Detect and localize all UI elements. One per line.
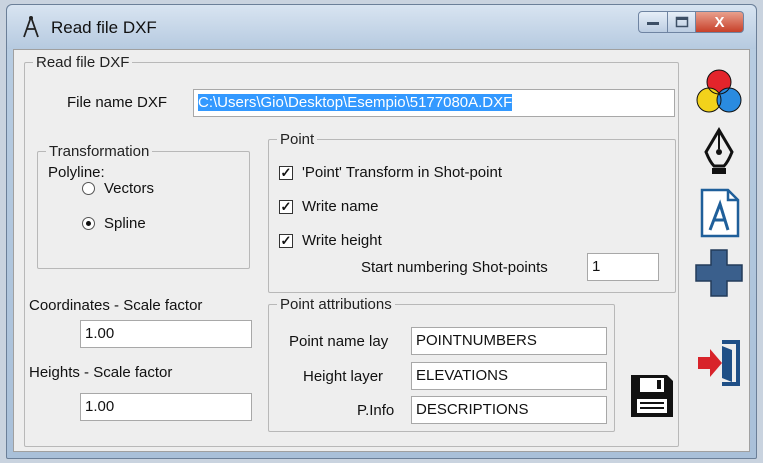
coordinates-scale-input[interactable]: 1.00 — [80, 320, 252, 348]
save-floppy-icon[interactable] — [627, 371, 677, 421]
heights-scale-label: Heights - Scale factor — [29, 364, 173, 381]
vectors-radio-label[interactable]: Vectors — [104, 180, 154, 198]
write-height-label[interactable]: Write height — [302, 232, 382, 250]
transform-shot-point-label[interactable]: 'Point' Transform in Shot-point — [302, 164, 502, 182]
color-circles-icon[interactable] — [692, 64, 746, 118]
spline-radio-label[interactable]: Spline — [104, 215, 146, 233]
heights-scale-value: 1.00 — [85, 398, 115, 415]
transform-shot-point-checkbox[interactable]: ✓ — [279, 166, 293, 180]
text-document-icon[interactable] — [692, 186, 746, 240]
dialog-window: Read file DXF X Read file DXF File name … — [6, 4, 757, 459]
read-file-group-title: Read file DXF — [33, 54, 133, 71]
point-info-label: P.Info — [357, 402, 395, 419]
file-name-input[interactable]: C:\Users\Gio\Desktop\Esempio\5177080A.DX… — [193, 89, 675, 117]
heights-scale-input[interactable]: 1.00 — [80, 393, 252, 421]
write-name-checkbox[interactable]: ✓ — [279, 200, 293, 214]
exit-door-icon[interactable] — [692, 336, 746, 390]
coordinates-scale-label: Coordinates - Scale factor — [29, 297, 203, 314]
point-group: Point ✓ 'Point' Transform in Shot-point … — [268, 131, 676, 293]
title-bar[interactable]: Read file DXF X — [7, 5, 756, 49]
start-numbering-input[interactable]: 1 — [587, 253, 659, 281]
point-info-input[interactable]: DESCRIPTIONS — [411, 396, 607, 424]
polyline-label: Polyline: — [48, 164, 105, 181]
close-button[interactable]: X — [696, 11, 744, 33]
point-name-layer-value: POINTNUMBERS — [416, 332, 537, 349]
compass-app-icon — [23, 16, 39, 38]
height-layer-value: ELEVATIONS — [416, 367, 508, 384]
minimize-button[interactable] — [638, 11, 668, 33]
point-info-value: DESCRIPTIONS — [416, 401, 529, 418]
point-group-title: Point — [277, 131, 318, 148]
maximize-icon — [675, 16, 688, 28]
radio-selected-dot — [86, 221, 91, 226]
read-file-group: Read file DXF File name DXF C:\Users\Gio… — [24, 54, 679, 447]
dialog-client-area: Read file DXF File name DXF C:\Users\Gio… — [13, 49, 750, 452]
window-title: Read file DXF — [51, 18, 157, 37]
point-attributions-group: Point attributions Point name lay POINTN… — [268, 296, 615, 432]
close-icon: X — [714, 13, 725, 31]
point-name-layer-input[interactable]: POINTNUMBERS — [411, 327, 607, 355]
pen-nib-icon[interactable] — [692, 126, 746, 180]
write-name-label[interactable]: Write name — [302, 198, 378, 216]
spline-radio[interactable] — [82, 217, 95, 230]
minimize-icon — [647, 22, 659, 25]
height-layer-label: Height layer — [303, 368, 384, 385]
write-height-checkbox[interactable]: ✓ — [279, 234, 293, 248]
height-layer-input[interactable]: ELEVATIONS — [411, 362, 607, 390]
transformation-group: Transformation Polyline: Vectors Spline — [37, 143, 250, 269]
point-attributions-title: Point attributions — [277, 296, 395, 313]
start-numbering-value: 1 — [592, 258, 601, 275]
maximize-button[interactable] — [668, 11, 696, 33]
file-name-value: C:\Users\Gio\Desktop\Esempio\5177080A.DX… — [198, 94, 513, 111]
plus-cross-icon[interactable] — [692, 246, 746, 300]
transformation-group-title: Transformation — [46, 143, 153, 160]
point-name-layer-label: Point name lay — [289, 333, 389, 350]
vectors-radio[interactable] — [82, 182, 95, 195]
file-name-label: File name DXF — [67, 94, 168, 111]
start-numbering-label: Start numbering Shot-points — [361, 259, 548, 276]
coordinates-scale-value: 1.00 — [85, 325, 115, 342]
caption-buttons: X — [638, 11, 744, 33]
